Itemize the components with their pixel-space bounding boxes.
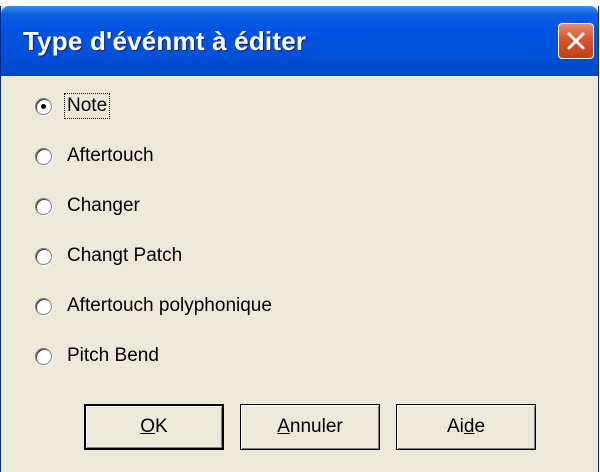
- radio-label-note: Note: [63, 93, 111, 119]
- radio-option-aftertouch[interactable]: Aftertouch: [35, 141, 156, 171]
- radio-option-changt-patch[interactable]: Changt Patch: [35, 241, 184, 271]
- radio-button-icon[interactable]: [35, 247, 52, 265]
- dialog-body: Note Aftertouch Changer Changt Patch Aft…: [1, 76, 598, 472]
- cancel-button-label: Annuler: [277, 416, 343, 437]
- radio-selected-dot: [41, 103, 46, 109]
- radio-label-changt-patch: Changt Patch: [67, 245, 183, 266]
- title-bar[interactable]: Type d'événmt à éditer: [1, 6, 598, 76]
- radio-button-icon[interactable]: [35, 197, 52, 215]
- dialog-title: Type d'événmt à éditer: [23, 26, 307, 56]
- close-button[interactable]: [558, 23, 594, 59]
- radio-option-changer[interactable]: Changer: [35, 191, 142, 221]
- radio-button-icon[interactable]: [35, 97, 52, 115]
- radio-button-icon[interactable]: [35, 347, 52, 365]
- help-button-label: Aide: [446, 416, 486, 437]
- radio-label-aftertouch: Aftertouch: [67, 145, 154, 166]
- radio-option-pitch-bend[interactable]: Pitch Bend: [35, 341, 161, 371]
- cancel-button[interactable]: Annuler: [240, 404, 380, 450]
- radio-button-icon[interactable]: [35, 147, 52, 165]
- event-type-dialog: Type d'événmt à éditer Note Aftertouch C…: [0, 6, 599, 472]
- radio-label-aftertouch-polyphonique: Aftertouch polyphonique: [67, 295, 272, 316]
- ok-button[interactable]: OK: [84, 404, 224, 450]
- radio-option-note[interactable]: Note: [35, 91, 111, 121]
- close-x-icon: [567, 32, 585, 50]
- radio-button-icon[interactable]: [35, 297, 52, 315]
- radio-option-aftertouch-polyphonique[interactable]: Aftertouch polyphonique: [35, 291, 274, 321]
- ok-button-label: OK: [140, 416, 168, 437]
- radio-label-pitch-bend: Pitch Bend: [67, 345, 159, 366]
- radio-label-changer: Changer: [67, 195, 140, 216]
- help-button[interactable]: Aide: [396, 404, 536, 450]
